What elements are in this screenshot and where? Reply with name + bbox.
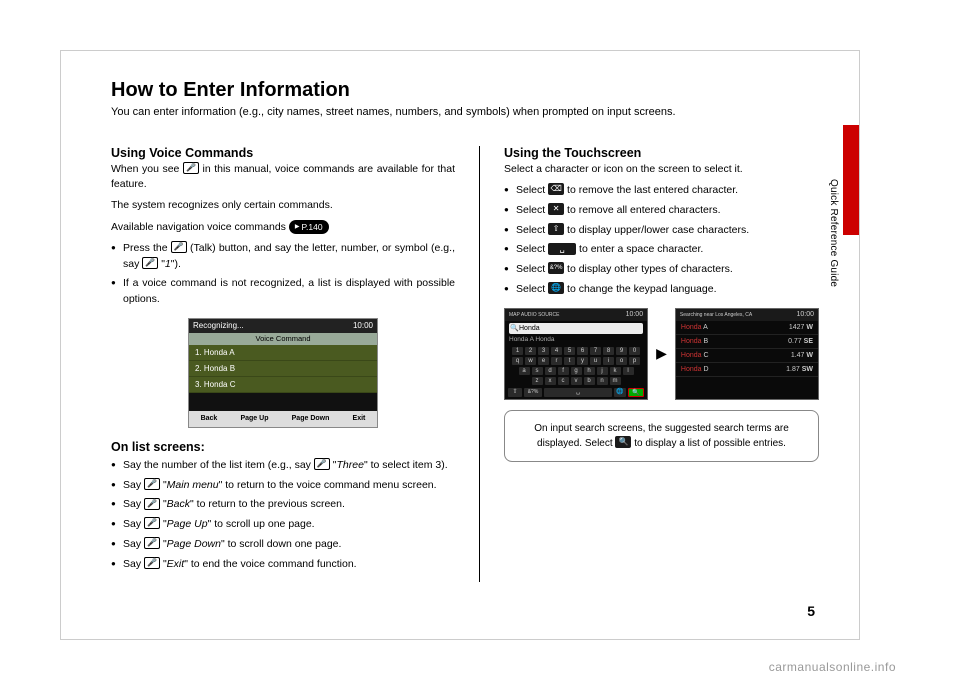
- shot-item: 3. Honda C: [189, 377, 377, 393]
- search-icon: 🔍: [615, 436, 631, 448]
- watermark: carmanualsonline.info: [769, 660, 896, 674]
- section-side-label: Quick Reference Guide: [828, 179, 839, 287]
- ts-bullets: Select ⌫ to remove the last entered char…: [504, 183, 819, 298]
- column-voice: Using Voice Commands When you see 🎤 in t…: [111, 146, 479, 582]
- res-loc: Searching near Los Angeles, CA: [680, 312, 752, 318]
- results-screenshot: Searching near Los Angeles, CA 10:00 Hon…: [675, 308, 819, 400]
- ts-bullet-2: Select ✕ to remove all entered character…: [504, 203, 819, 219]
- info-box: On input search screens, the suggested s…: [504, 410, 819, 462]
- column-touchscreen: Using the Touchscreen Select a character…: [479, 146, 819, 582]
- page-title: How to Enter Information: [111, 79, 819, 102]
- voice-screenshot: Recognizing... 10:00 Voice Command 1. Ho…: [188, 318, 378, 428]
- voice-bullet-1: Press the 🎤 (Talk) button, and say the l…: [111, 241, 455, 273]
- talk-icon: 🎤: [144, 557, 160, 569]
- list-screen-bullets: Say the number of the list item (e.g., s…: [111, 458, 455, 573]
- voice-bullet-2: If a voice command is not recognized, a …: [111, 276, 455, 308]
- backspace-icon: ⌫: [548, 183, 564, 195]
- shot-list: 1. Honda A 2. Honda B 3. Honda C: [189, 345, 377, 393]
- shot-vc-label: Voice Command: [189, 333, 377, 345]
- kb-tabs: MAP AUDIO SOURCE: [509, 312, 559, 318]
- voice-intro: When you see 🎤 in this manual, voice com…: [111, 162, 455, 192]
- page-number: 5: [807, 603, 815, 619]
- ts-bullet-5: Select &?% to display other types of cha…: [504, 262, 819, 278]
- res-time: 10:00: [796, 311, 814, 318]
- symbols-icon: &?%: [548, 262, 564, 274]
- kb-search-field: Honda: [509, 323, 643, 334]
- page-ref-pill: P.140: [289, 220, 329, 234]
- talk-icon: 🎤: [183, 162, 199, 174]
- shot-item: 1. Honda A: [189, 345, 377, 361]
- voice-note-1: The system recognizes only certain comma…: [111, 198, 455, 213]
- ts-bullet-4: Select ␣ to enter a space character.: [504, 242, 819, 258]
- ls-bullet-6: Say 🎤 "Exit" to end the voice command fu…: [111, 557, 455, 573]
- kb-bottom-row: ⇧ &?% ␣ 🌐 🔍: [508, 388, 644, 397]
- section-tab: [843, 125, 859, 235]
- talk-icon: 🎤: [144, 478, 160, 490]
- ls-bullet-4: Say 🎤 "Page Up" to scroll up one page.: [111, 517, 455, 533]
- page-subtitle: You can enter information (e.g., city na…: [111, 106, 819, 118]
- kb-keys: 1234567890 qwertyuiop asdfghjkl zxcvbnm: [508, 347, 644, 385]
- talk-icon: 🎤: [144, 517, 160, 529]
- shot-item: 2. Honda B: [189, 361, 377, 377]
- talk-icon: 🎤: [144, 537, 160, 549]
- kb-suggestions: Honda A Honda: [505, 336, 647, 346]
- ts-screenshot-row: MAP AUDIO SOURCE 10:00 Honda Honda A Hon…: [504, 308, 819, 400]
- two-column-layout: Using Voice Commands When you see 🎤 in t…: [111, 146, 819, 582]
- shot-bottom-bar: Back Page Up Page Down Exit: [189, 411, 377, 427]
- ls-bullet-1: Say the number of the list item (e.g., s…: [111, 458, 455, 474]
- heading-touchscreen: Using the Touchscreen: [504, 146, 819, 160]
- arrow-right-icon: ▶: [656, 345, 667, 362]
- manual-page: Quick Reference Guide How to Enter Infor…: [60, 50, 860, 640]
- ls-bullet-5: Say 🎤 "Page Down" to scroll down one pag…: [111, 537, 455, 553]
- voice-bullets: Press the 🎤 (Talk) button, and say the l…: [111, 241, 455, 308]
- kb-search-button: 🔍: [628, 388, 644, 397]
- kb-time: 10:00: [626, 311, 644, 318]
- ts-intro: Select a character or icon on the screen…: [504, 162, 819, 177]
- talk-icon: 🎤: [144, 498, 160, 510]
- talk-icon: 🎤: [142, 257, 158, 269]
- ls-bullet-3: Say 🎤 "Back" to return to the previous s…: [111, 497, 455, 513]
- talk-icon: 🎤: [314, 458, 330, 470]
- talk-icon: 🎤: [171, 241, 187, 253]
- heading-list-screens: On list screens:: [111, 440, 455, 454]
- shift-icon: ⇧: [548, 223, 564, 235]
- shot-time: 10:00: [353, 321, 373, 330]
- ts-bullet-1: Select ⌫ to remove the last entered char…: [504, 183, 819, 199]
- clear-icon: ✕: [548, 203, 564, 215]
- space-icon: ␣: [548, 243, 576, 255]
- ls-bullet-2: Say 🎤 "Main menu" to return to the voice…: [111, 478, 455, 494]
- voice-note-2: Available navigation voice commands P.14…: [111, 220, 455, 235]
- heading-voice: Using Voice Commands: [111, 146, 455, 160]
- ts-bullet-3: Select ⇧ to display upper/lower case cha…: [504, 223, 819, 239]
- shot-status: Recognizing...: [193, 321, 244, 330]
- keyboard-screenshot: MAP AUDIO SOURCE 10:00 Honda Honda A Hon…: [504, 308, 648, 400]
- ts-bullet-6: Select 🌐 to change the keypad language.: [504, 282, 819, 298]
- globe-icon: 🌐: [548, 282, 564, 294]
